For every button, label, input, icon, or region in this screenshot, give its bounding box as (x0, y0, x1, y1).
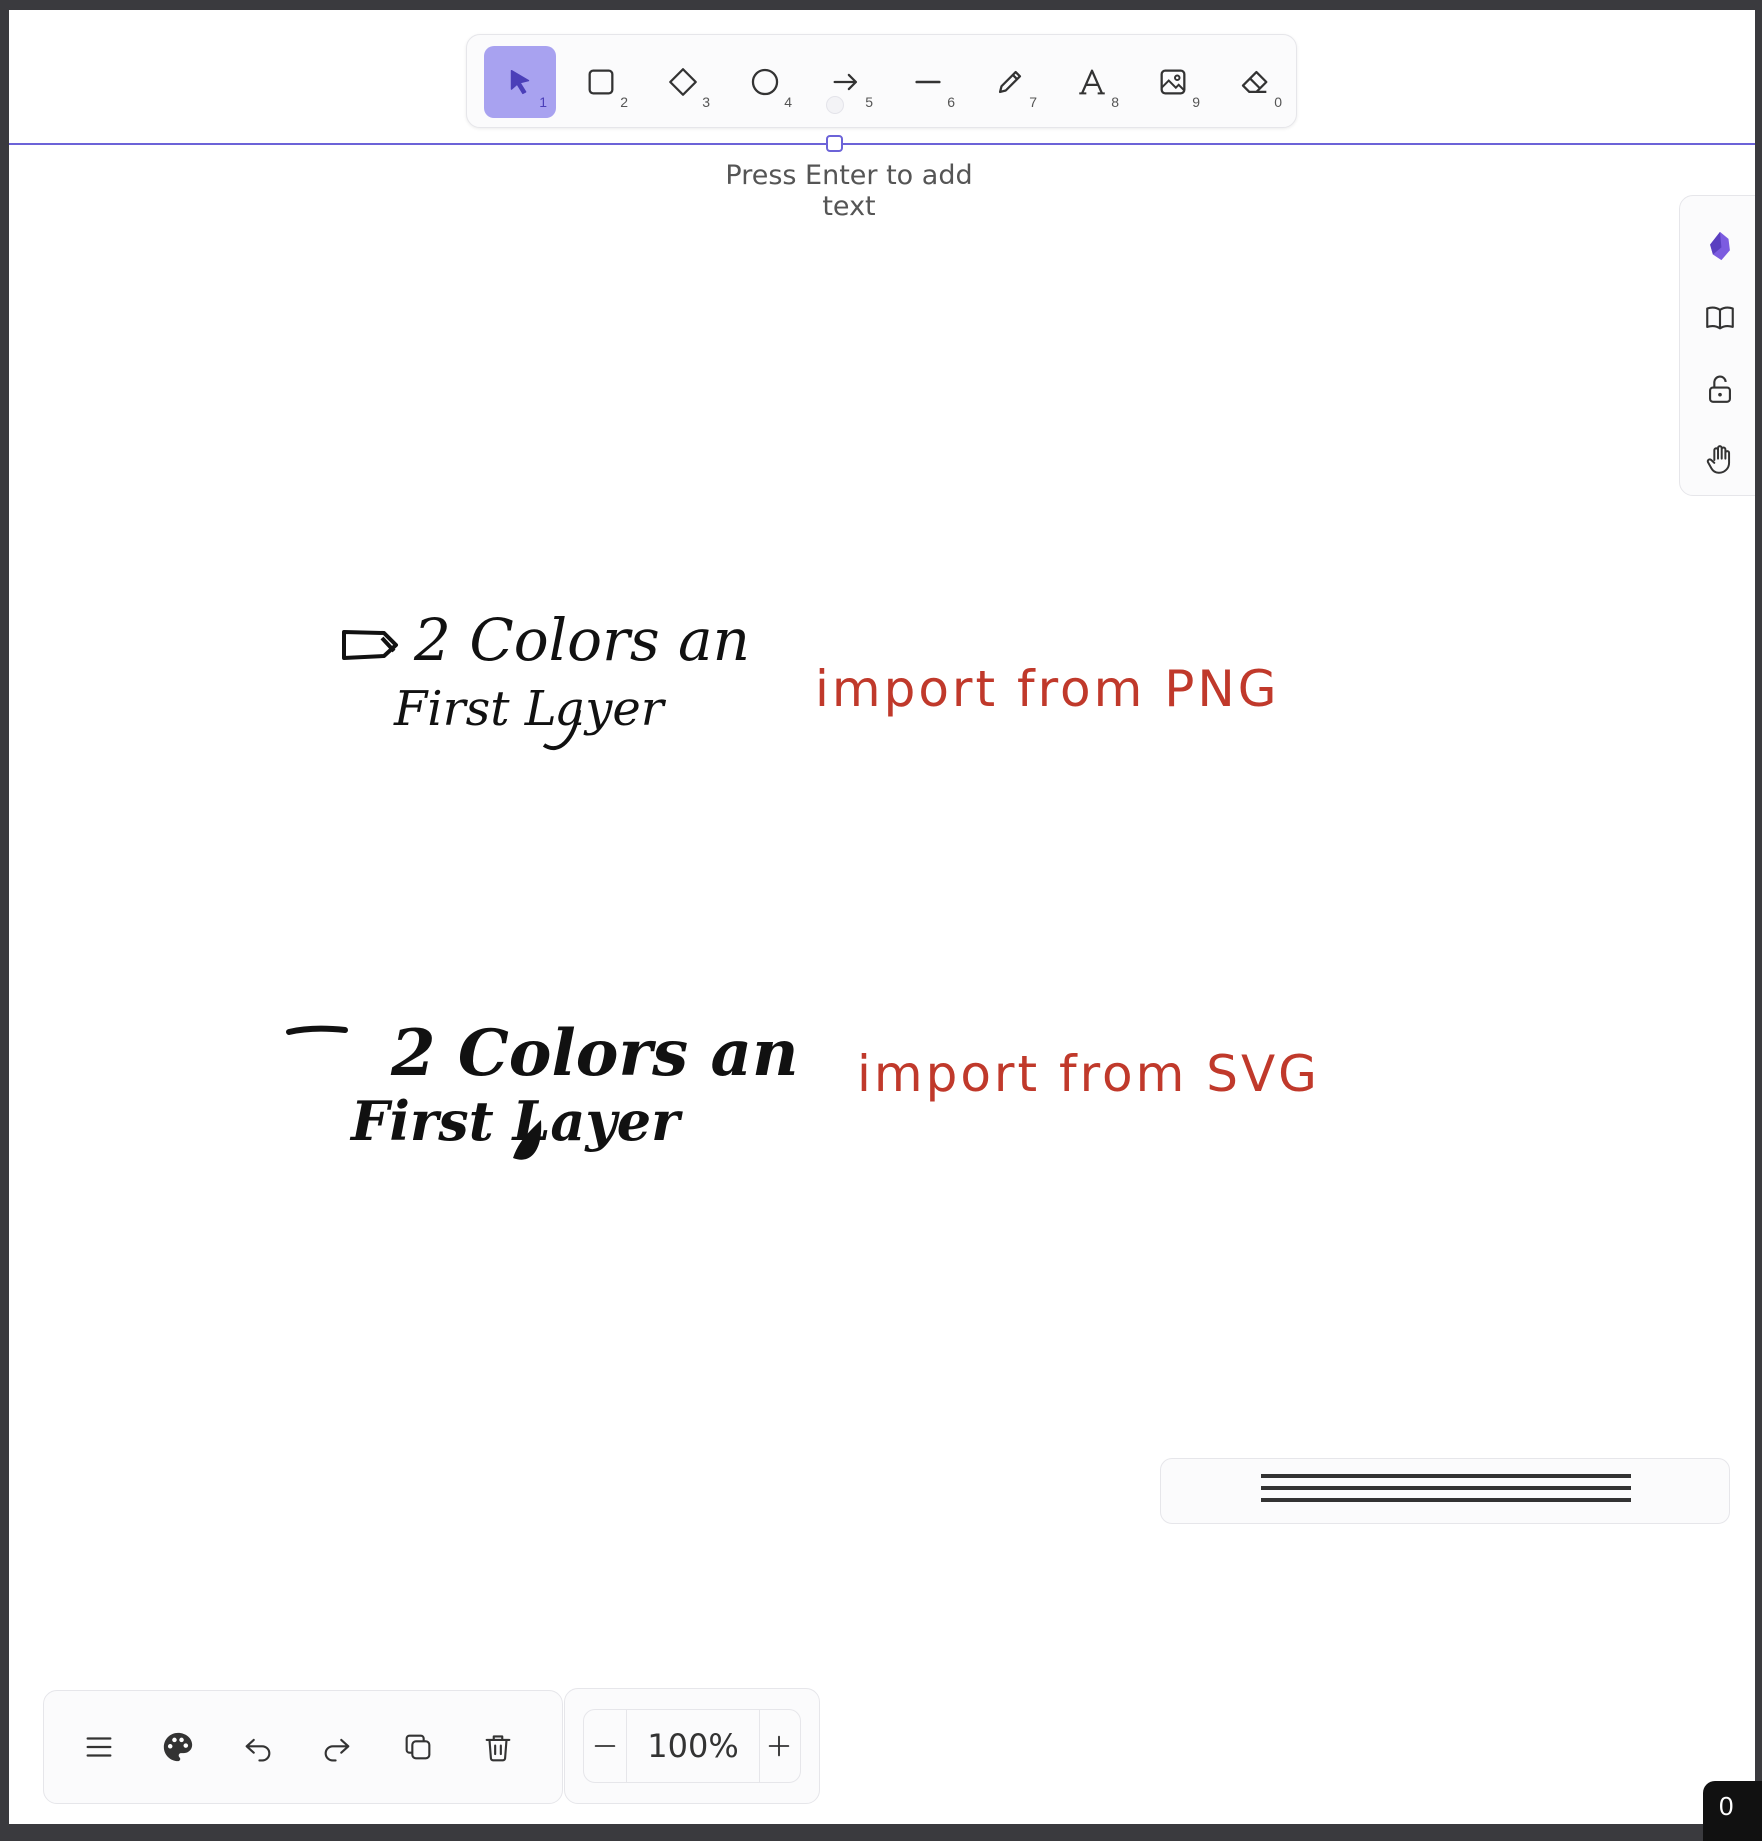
stroke-line (1261, 1498, 1631, 1502)
svg-text:2 Colors an: 2 Colors an (390, 1016, 798, 1091)
image-icon (1160, 69, 1186, 95)
label-import-png[interactable]: import from PNG (815, 660, 1280, 718)
hand-icon (1706, 445, 1731, 474)
duplicate-button[interactable] (390, 1719, 446, 1775)
palette-icon (163, 1732, 193, 1762)
library-icon (1706, 306, 1734, 330)
stroke-line (1261, 1486, 1631, 1490)
zoom-out-button[interactable] (584, 1710, 626, 1782)
plus-icon (768, 1735, 790, 1757)
redo-button[interactable] (309, 1719, 365, 1775)
menu-button[interactable] (71, 1719, 127, 1775)
stroke-width-panel[interactable] (1160, 1458, 1730, 1524)
svg-text:First Layer: First Layer (349, 1089, 683, 1153)
drawing-canvas[interactable]: 1 2 3 4 5 6 7 8 9 0 Press Enter to add t… (9, 10, 1755, 1824)
lock-button[interactable] (1698, 367, 1742, 411)
text-icon (1079, 69, 1105, 95)
tool-key: 5 (865, 94, 873, 110)
tool-draw[interactable]: 7 (974, 46, 1046, 118)
unlock-icon (1709, 375, 1731, 403)
tool-diamond[interactable]: 3 (647, 46, 719, 118)
selected-text-element[interactable] (9, 143, 1755, 145)
svg-text:First Layer: First Layer (393, 681, 667, 737)
tool-key: 8 (1111, 94, 1119, 110)
tool-key: 3 (702, 94, 710, 110)
tool-text[interactable]: 8 (1056, 46, 1128, 118)
tool-eraser[interactable]: 0 (1219, 46, 1291, 118)
bottom-toolbar (43, 1690, 563, 1804)
tool-line[interactable]: 6 (892, 46, 964, 118)
line-icon (915, 80, 941, 84)
tool-key: 0 (1274, 94, 1282, 110)
trash-icon (485, 1735, 511, 1762)
theme-button[interactable] (150, 1719, 206, 1775)
duplicate-icon (405, 1734, 431, 1760)
tool-key: 6 (947, 94, 955, 110)
shape-toolbar: 1 2 3 4 5 6 7 8 9 0 (466, 34, 1297, 128)
tool-arrow[interactable]: 5 (810, 46, 882, 118)
stroke-line (1261, 1474, 1631, 1478)
ellipse-icon (751, 68, 779, 96)
tool-key: 9 (1192, 94, 1200, 110)
zoom-level[interactable]: 100% (626, 1710, 760, 1782)
tool-selection[interactable]: 1 (484, 46, 556, 118)
diamond-icon (669, 68, 697, 96)
pan-button[interactable] (1698, 438, 1742, 482)
handwritten-note-png[interactable]: 2 Colors an First Layer (334, 605, 750, 770)
tool-key: 2 (620, 94, 628, 110)
svg-text:2 Colors an: 2 Colors an (413, 606, 750, 674)
zoom-in-button[interactable] (758, 1710, 800, 1782)
delete-button[interactable] (470, 1719, 526, 1775)
menu-icon (86, 1737, 112, 1757)
label-import-svg[interactable]: import from SVG (857, 1045, 1320, 1103)
right-sidebar (1679, 195, 1755, 496)
handwritten-note-svg[interactable]: 2 Colors an First Layer (281, 1000, 798, 1185)
zoom-group: 100% (583, 1709, 801, 1783)
tool-image[interactable]: 9 (1137, 46, 1209, 118)
rotation-handle[interactable] (826, 96, 844, 114)
eraser-icon (1241, 70, 1268, 94)
corner-badge[interactable]: 0 (1703, 1781, 1762, 1841)
arrow-icon (833, 73, 858, 91)
obsidian-icon (1710, 231, 1730, 261)
obsidian-button[interactable] (1698, 224, 1742, 268)
undo-icon (245, 1738, 271, 1762)
minus-icon (594, 1745, 616, 1747)
redo-icon (324, 1738, 350, 1762)
resize-handle[interactable] (826, 135, 843, 152)
rectangle-icon (588, 69, 614, 95)
pencil-icon (998, 70, 1022, 94)
zoom-controls: 100% (564, 1688, 820, 1804)
pointer-icon (510, 69, 530, 95)
library-button[interactable] (1698, 295, 1742, 339)
tool-key: 4 (784, 94, 792, 110)
tool-key: 7 (1029, 94, 1037, 110)
undo-button[interactable] (230, 1719, 286, 1775)
tool-key: 1 (539, 94, 547, 110)
text-hint: Press Enter to add text (725, 160, 973, 222)
tool-ellipse[interactable]: 4 (729, 46, 801, 118)
tool-rectangle[interactable]: 2 (565, 46, 637, 118)
